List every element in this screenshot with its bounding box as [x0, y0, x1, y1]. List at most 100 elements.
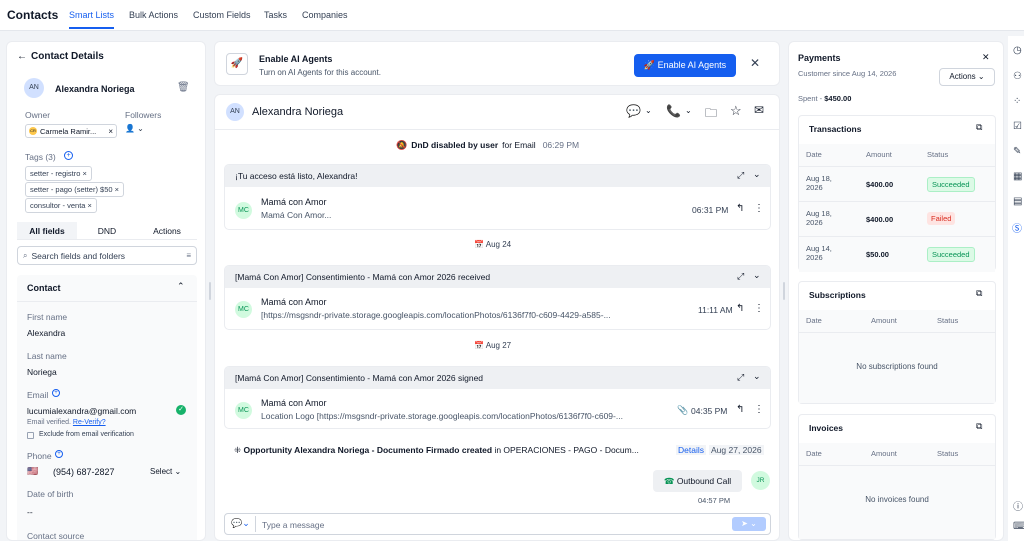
back-arrow-icon[interactable]: ←	[17, 51, 27, 62]
document-icon[interactable]: ▤	[1013, 196, 1024, 208]
pen-icon[interactable]: ✎	[1013, 146, 1024, 158]
tag-chip[interactable]: setter - pago (setter) $50 ×	[25, 182, 125, 197]
outbound-call-bubble[interactable]: ☎ Outbound Call	[653, 470, 742, 492]
rocket-icon: 🚀	[226, 53, 248, 75]
tab-tasks[interactable]: Tasks	[264, 10, 287, 20]
external-link-icon[interactable]: ⧉	[976, 288, 982, 299]
col-header: Date	[806, 316, 822, 325]
workflow-icon[interactable]: ⚇	[1013, 71, 1024, 83]
checklist-icon[interactable]: ☑	[1013, 121, 1024, 133]
dob-value[interactable]: --	[27, 507, 33, 517]
chevron-down-icon[interactable]: ⌄	[753, 270, 761, 281]
phone-icon[interactable]: 📞	[666, 104, 681, 118]
expand-icon[interactable]: ⤢	[737, 271, 744, 282]
search-fields[interactable]: ⌕ Search fields and folders ≡	[17, 246, 197, 265]
composer: 💬⌄ Type a message ➤ ⌄	[224, 513, 771, 535]
divider	[17, 301, 197, 302]
reply-icon[interactable]: ↰	[736, 404, 744, 415]
email-verified-text: Email verified. Re-Verify?	[27, 419, 106, 426]
info-icon[interactable]: ⓘ	[1013, 498, 1024, 513]
folder-icon[interactable]: 🗀	[705, 104, 717, 125]
email-thread[interactable]: [Mamá Con Amor] Consentimiento - Mamá co…	[224, 366, 771, 429]
tab-actions[interactable]: Actions	[137, 222, 197, 239]
trash-icon[interactable]: 🗑	[177, 82, 190, 93]
phone-value[interactable]: (954) 687-2827	[53, 467, 115, 477]
chevron-down-icon[interactable]: ⌄	[753, 371, 761, 382]
chat-bubble-icon[interactable]: 💬	[626, 104, 641, 118]
payments-panel: Payments ✕ Customer since Aug 14, 2026 S…	[788, 41, 1004, 541]
chevron-down-icon[interactable]: ⌄	[685, 106, 692, 115]
close-icon[interactable]: ✕	[750, 56, 760, 70]
apps-icon[interactable]: ⁘	[1013, 96, 1024, 108]
table-row[interactable]: Aug 18, 2026 $400.00 Failed	[799, 201, 995, 236]
tab-smart-lists[interactable]: Smart Lists	[69, 10, 115, 29]
attachment-icon[interactable]: 📎	[677, 405, 688, 416]
email-thread[interactable]: ¡Tu acceso está listo, Alexandra! ⤢ ⌄ MC…	[224, 164, 771, 230]
keyboard-icon[interactable]: ⌨	[1013, 521, 1024, 533]
chevron-down-icon[interactable]: ⌄	[645, 106, 652, 115]
date-separator: 📅 Aug 27	[474, 341, 512, 350]
calendar-icon[interactable]: ▦	[1013, 171, 1024, 183]
first-name-value[interactable]: Alexandra	[27, 328, 65, 338]
col-header: Status	[937, 449, 959, 458]
chevron-up-icon[interactable]: ⌃	[177, 281, 185, 292]
actions-dropdown[interactable]: Actions ⌄	[939, 68, 995, 86]
chat-channel-icon[interactable]: 💬⌄	[231, 518, 250, 529]
table-row[interactable]: Aug 14, 2026 $50.00 Succeeded	[799, 236, 995, 272]
payments-icon[interactable]: Ⓢ	[1012, 220, 1024, 235]
followers-select[interactable]: 👤 ⌄	[125, 124, 144, 133]
external-link-icon[interactable]: ⧉	[976, 122, 982, 133]
divider	[799, 332, 995, 333]
expand-icon[interactable]: ⤢	[737, 170, 744, 181]
resize-handle[interactable]	[209, 282, 211, 300]
resize-handle[interactable]	[783, 282, 785, 300]
sender-name: Mamá con Amor	[261, 297, 327, 307]
tag-chip[interactable]: consultor - venta ×	[25, 198, 97, 213]
add-phone-icon[interactable]: +	[55, 450, 63, 458]
conversation-panel: AN Alexandra Noriega 💬 ⌄ 📞 ⌄ 🗀 ☆ ✉ 🔕 DnD…	[214, 94, 780, 541]
last-name-value[interactable]: Noriega	[27, 367, 57, 377]
divider	[255, 516, 256, 532]
search-icon: ⌕	[23, 250, 28, 260]
email-value[interactable]: lucumialexandra@gmail.com	[27, 406, 136, 416]
owner-chip[interactable]: CR Carmela Ramir... ×	[25, 124, 117, 138]
more-icon[interactable]: ⋮	[754, 303, 764, 314]
close-icon[interactable]: ×	[108, 127, 113, 136]
chevron-down-icon[interactable]: ⌄	[753, 169, 761, 180]
tag-chip[interactable]: setter - registro ×	[25, 166, 92, 181]
filter-icon[interactable]: ≡	[186, 251, 191, 260]
enable-ai-agents-button[interactable]: 🚀 Enable AI Agents	[634, 54, 736, 77]
tab-companies[interactable]: Companies	[302, 10, 348, 20]
add-tag-icon[interactable]: +	[64, 151, 73, 160]
email-thread[interactable]: [Mamá Con Amor] Consentimiento - Mamá co…	[224, 265, 771, 330]
us-flag-icon[interactable]: 🇺🇸	[27, 466, 38, 477]
clock-icon[interactable]: ◷	[1013, 45, 1024, 57]
tab-bulk-actions[interactable]: Bulk Actions	[129, 10, 178, 20]
search-input[interactable]: Search fields and folders	[31, 251, 125, 261]
send-button[interactable]: ➤ ⌄	[732, 517, 766, 531]
sender-avatar: MC	[235, 301, 252, 318]
external-link-icon[interactable]: ⧉	[976, 421, 982, 432]
last-name-label: Last name	[27, 351, 67, 361]
mail-icon[interactable]: ✉	[754, 103, 764, 117]
more-icon[interactable]: ⋮	[754, 203, 764, 214]
table-row[interactable]: Aug 18, 2026 $400.00 Succeeded	[799, 166, 995, 201]
message-input[interactable]: Type a message	[262, 520, 324, 530]
reply-icon[interactable]: ↰	[736, 203, 744, 214]
tab-custom-fields[interactable]: Custom Fields	[193, 10, 251, 20]
spent-summary: Spent - $450.00	[798, 94, 852, 103]
more-icon[interactable]: ⋮	[754, 404, 764, 415]
expand-icon[interactable]: ⤢	[737, 372, 744, 383]
star-icon[interactable]: ☆	[730, 103, 742, 119]
exclude-checkbox[interactable]	[27, 432, 34, 439]
add-email-icon[interactable]: +	[52, 389, 60, 397]
reverify-link[interactable]: Re-Verify?	[73, 419, 106, 426]
reply-icon[interactable]: ↰	[736, 303, 744, 314]
tags-label: Tags (3)	[25, 152, 56, 162]
divider	[799, 465, 995, 466]
phone-type-select[interactable]: Select ⌄	[150, 467, 181, 476]
tab-all-fields[interactable]: All fields	[17, 222, 77, 239]
close-icon[interactable]: ✕	[982, 52, 990, 63]
tab-dnd[interactable]: DND	[77, 222, 137, 239]
details-link[interactable]: Details	[676, 445, 706, 455]
